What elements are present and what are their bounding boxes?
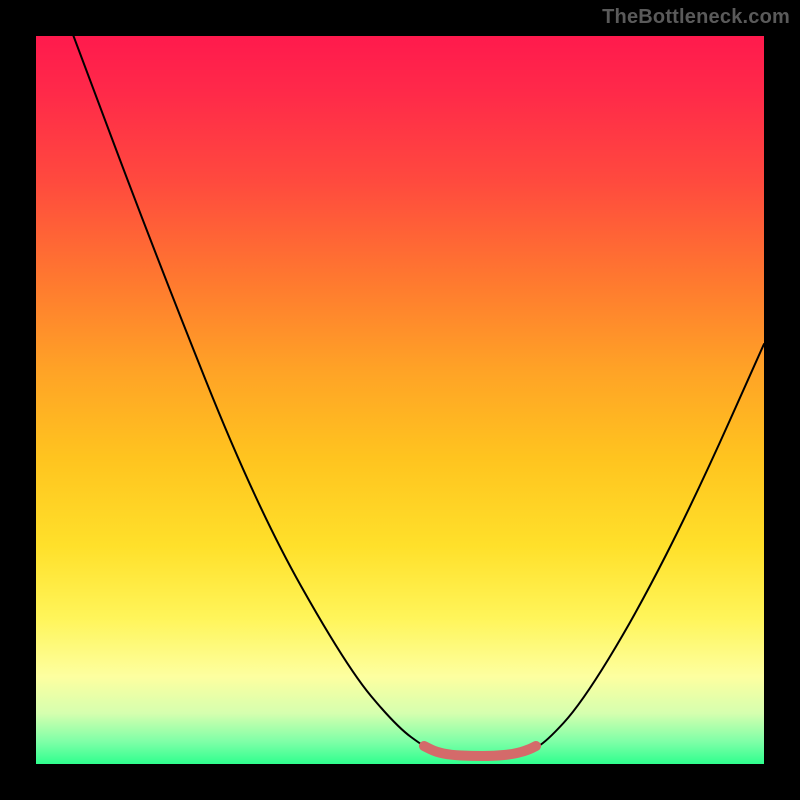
watermark-text: TheBottleneck.com bbox=[602, 6, 790, 29]
plot-area bbox=[36, 36, 764, 764]
curve-layer bbox=[36, 36, 764, 764]
bottom-accent bbox=[424, 746, 536, 756]
main-curve bbox=[66, 36, 764, 756]
chart-frame: TheBottleneck.com bbox=[0, 0, 800, 800]
